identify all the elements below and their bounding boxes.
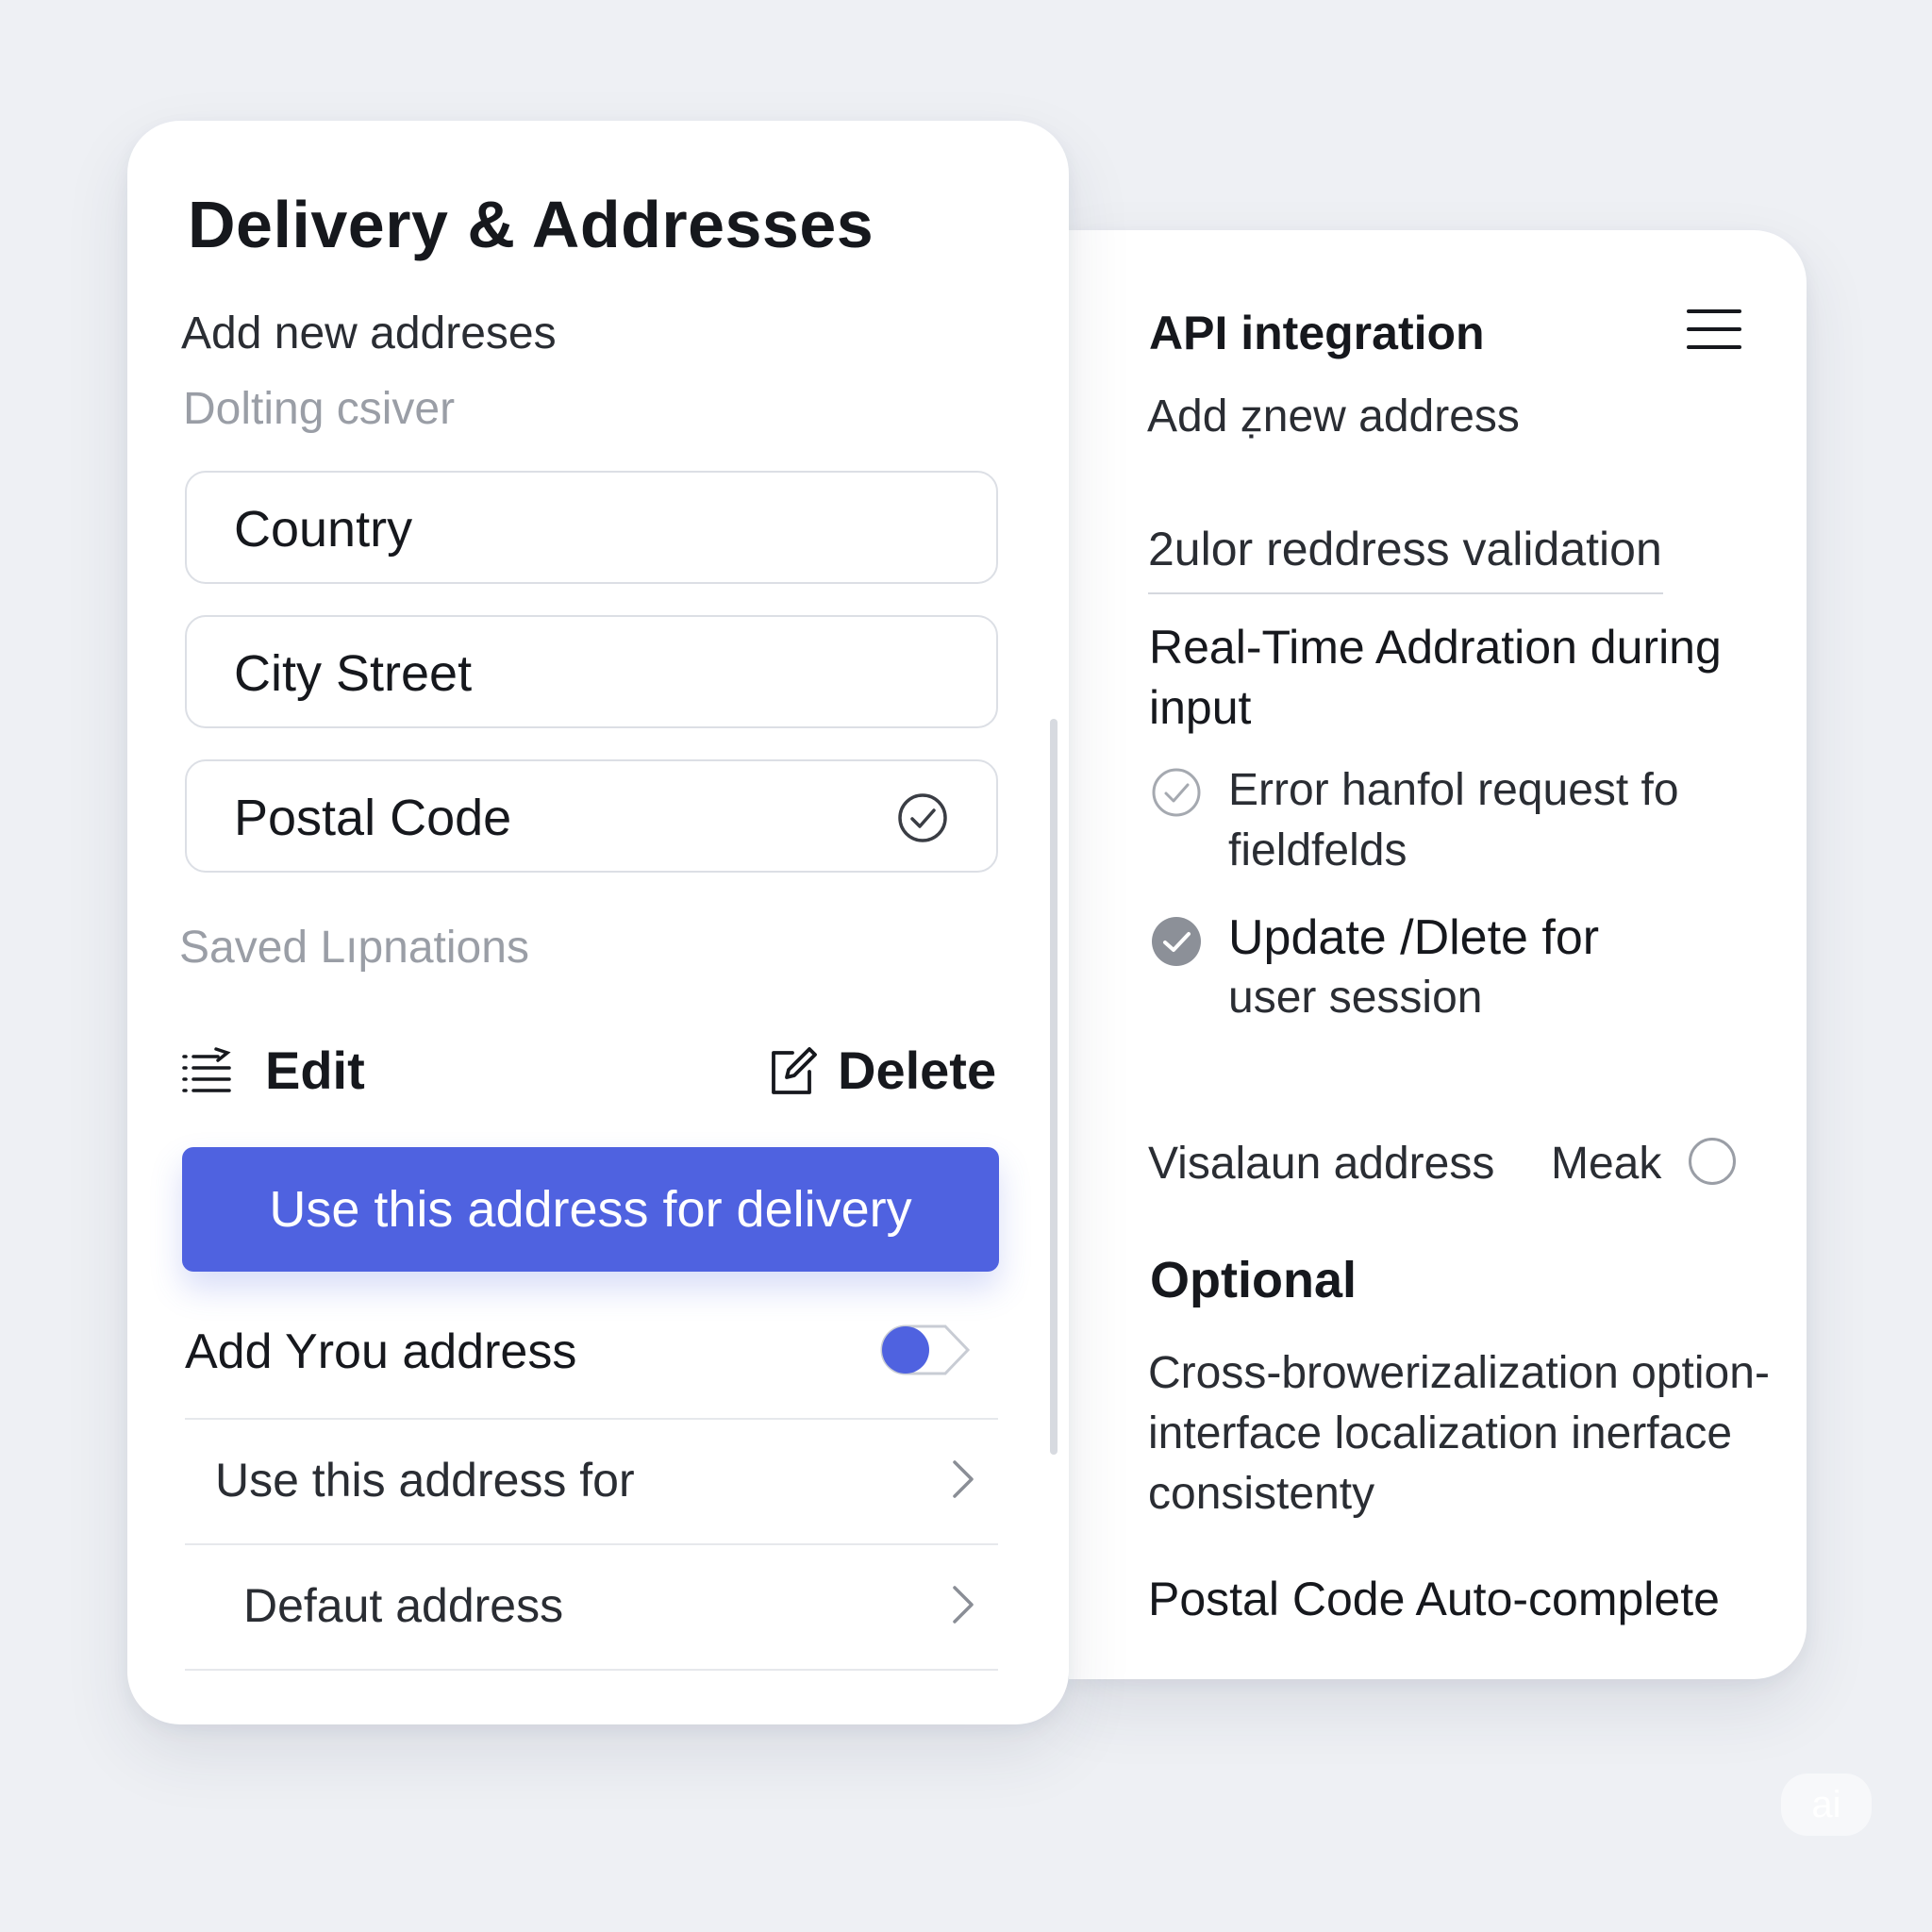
realtime-validation-text: Real-Time Addration during input xyxy=(1149,621,1722,734)
api-integration-card: API integration Add ẓnew address 2ulor r… xyxy=(1069,230,1807,1679)
scrollbar[interactable] xyxy=(1050,719,1058,1455)
edit-button[interactable]: Edit xyxy=(265,1040,365,1101)
address-validation-value[interactable]: 2ulor reddress validation xyxy=(1148,522,1662,576)
check-circle-icon xyxy=(898,793,947,842)
visual-address-label: Visalaun address xyxy=(1148,1139,1495,1189)
error-handling-item: Error hanfol request fo fieldfelds xyxy=(1228,765,1679,875)
use-address-for-delivery-button[interactable]: Use this address for delivery xyxy=(182,1147,999,1272)
watermark-logo: ai xyxy=(1781,1774,1872,1836)
chevron-right-icon xyxy=(953,1460,974,1498)
add-your-address-row: Add Yrou address xyxy=(185,1314,998,1420)
saved-locations-label: Saved Lıpnations xyxy=(179,923,529,973)
check-circle-filled-icon[interactable] xyxy=(1150,915,1203,968)
secondary-subtitle: Dolting csiver xyxy=(183,384,456,434)
use-address-for-label: Use this address for xyxy=(215,1454,635,1507)
meak-radio[interactable] xyxy=(1689,1138,1736,1185)
check-circle-outline-icon[interactable] xyxy=(1150,766,1203,819)
add-new-address-label: Add ẓnew address xyxy=(1147,391,1520,441)
page-title: Delivery & Addresses xyxy=(188,188,874,261)
use-address-for-row[interactable]: Use this address for xyxy=(185,1419,998,1545)
country-field[interactable]: Country xyxy=(185,471,998,584)
update-delete-item: Update /Dlete for xyxy=(1228,910,1600,965)
country-field-value: Country xyxy=(234,501,413,558)
edit-square-icon[interactable] xyxy=(766,1043,819,1098)
list-edit-icon[interactable] xyxy=(180,1045,233,1098)
postal-code-field[interactable]: Postal Code xyxy=(185,759,998,873)
city-street-field[interactable]: City Street xyxy=(185,615,998,728)
delete-button[interactable]: Delete xyxy=(838,1040,996,1101)
delivery-addresses-card: Delivery & Addresses Add new addreses Do… xyxy=(127,121,1069,1724)
api-integration-title: API integration xyxy=(1149,307,1485,359)
add-new-addresses-label: Add new addreses xyxy=(181,308,557,358)
postal-code-autocomplete-label: Postal Code Auto-complete xyxy=(1148,1573,1720,1625)
hamburger-menu-icon[interactable] xyxy=(1687,308,1741,351)
city-street-field-value: City Street xyxy=(234,645,473,702)
update-delete-subtext: user session xyxy=(1228,973,1483,1023)
meak-label: Meak xyxy=(1551,1139,1662,1189)
divider xyxy=(1148,592,1663,594)
add-address-toggle[interactable] xyxy=(879,1324,972,1376)
default-address-row[interactable]: Defaut address xyxy=(185,1544,998,1671)
default-address-label: Defaut address xyxy=(243,1579,564,1632)
toggle-label: Add Yrou address xyxy=(185,1324,577,1379)
chevron-right-icon xyxy=(953,1586,974,1624)
localization-text: Cross-browerizalization option-interface… xyxy=(1148,1348,1770,1519)
address-actions: Edit Delete xyxy=(180,1034,1007,1109)
postal-code-field-value: Postal Code xyxy=(234,790,512,846)
optional-heading: Optional xyxy=(1150,1252,1357,1308)
